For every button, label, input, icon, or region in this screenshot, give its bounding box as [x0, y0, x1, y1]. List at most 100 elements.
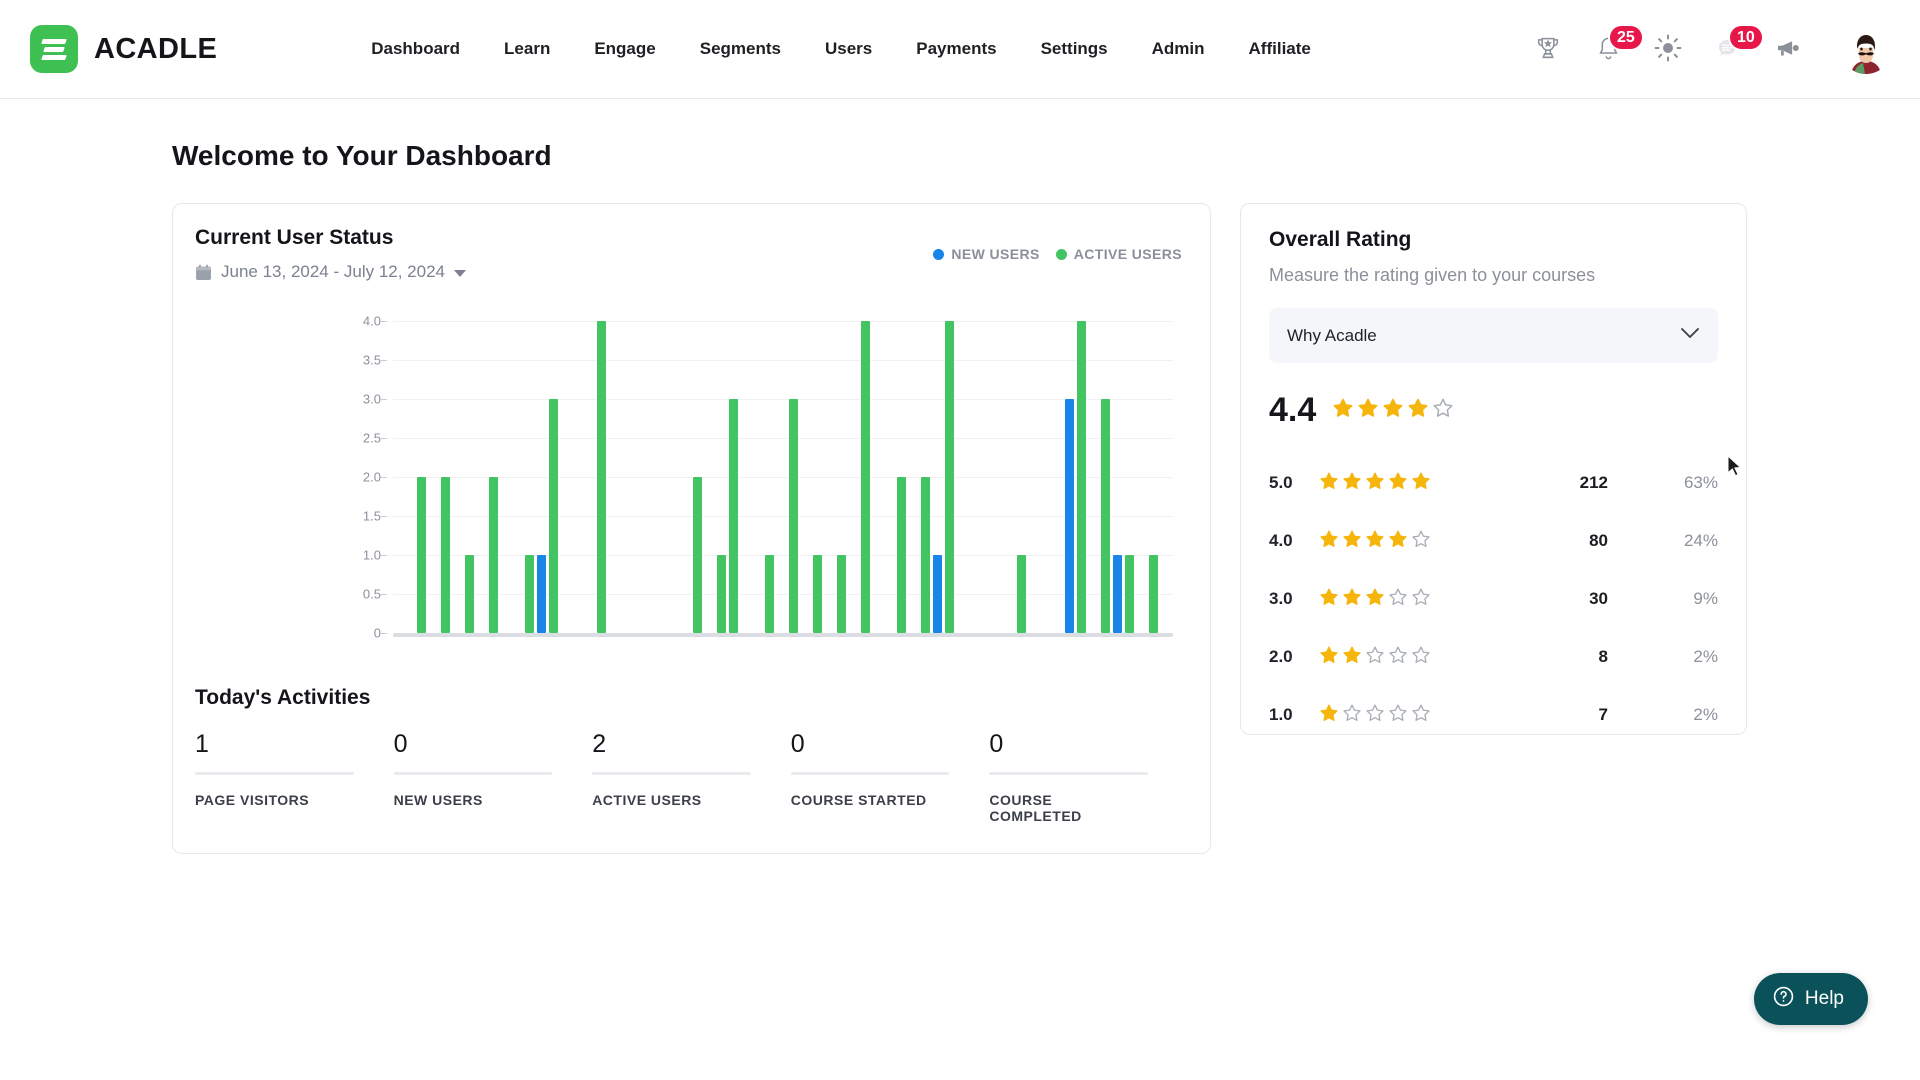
help-label: Help — [1804, 988, 1844, 1009]
star-icon — [1411, 587, 1431, 612]
rating-row[interactable]: 2.0 8 2% — [1269, 628, 1718, 686]
bell-icon[interactable]: 25 — [1578, 18, 1644, 78]
rating-count: 80 — [1589, 531, 1608, 550]
metric-value: 0 — [393, 730, 408, 758]
chart-y-tick-label: 3.5 — [362, 352, 381, 368]
metric-label: COURSE COMPLETED — [989, 792, 1082, 824]
chat-bubble-icon[interactable]: 10 — [1698, 18, 1764, 78]
trophy-icon[interactable] — [1518, 18, 1578, 78]
chart-bar[interactable] — [1101, 399, 1110, 633]
chart-bar[interactable] — [921, 477, 930, 633]
chart-bar[interactable] — [1113, 555, 1122, 633]
chart-y-tick-label: 1.0 — [362, 547, 381, 563]
chart-bar[interactable] — [729, 399, 738, 633]
chart-bar[interactable] — [837, 555, 846, 633]
chart-bar[interactable] — [417, 477, 426, 633]
activities-metric-row: 1 PAGE VISITORS 0 NEW USERS 2 ACTIVE USE… — [195, 730, 1188, 824]
chart-bar[interactable] — [1017, 555, 1026, 633]
metric-rule — [393, 772, 553, 775]
overall-rating-card: Overall Rating Measure the rating given … — [1240, 203, 1747, 735]
nav-item-settings[interactable]: Settings — [1019, 39, 1130, 59]
metric-label: PAGE VISITORS — [195, 792, 310, 808]
rating-row[interactable]: 1.0 7 2% — [1269, 686, 1718, 744]
brightness-sun-icon[interactable] — [1638, 18, 1698, 78]
chart-y-tick-mark — [381, 516, 387, 517]
chart-bar[interactable] — [465, 555, 474, 633]
nav-item-users[interactable]: Users — [803, 39, 894, 59]
chart-bar[interactable] — [1149, 555, 1158, 633]
rating-count: 30 — [1589, 589, 1608, 608]
nav-item-affiliate[interactable]: Affiliate — [1227, 39, 1333, 59]
chart-gridline — [393, 555, 1173, 556]
legend-label-active-users: ACTIVE USERS — [1073, 246, 1182, 262]
nav-item-admin[interactable]: Admin — [1130, 39, 1227, 59]
chart-baseline — [393, 633, 1173, 637]
rating-breakdown-list: 5.0 212 63% 4.0 80 24% 3.0 30 9% 2.0 8 2% 1.0 7 2% — [1269, 454, 1718, 744]
help-button[interactable]: Help — [1753, 973, 1868, 1025]
nav-item-dashboard[interactable]: Dashboard — [349, 39, 482, 59]
todays-activities-section: Today's Activities 1 PAGE VISITORS 0 NEW… — [173, 686, 1210, 824]
top-navigation-bar: ACADLE Dashboard Learn Engage Segments U… — [0, 0, 1920, 99]
megaphone-icon[interactable] — [1758, 18, 1818, 78]
caret-down-icon — [454, 262, 466, 282]
metric-rule — [989, 772, 1148, 775]
brand-logo[interactable]: ACADLE — [30, 25, 217, 73]
rating-score-label: 4.0 — [1269, 531, 1293, 550]
card-title-overall-rating: Overall Rating — [1269, 228, 1412, 251]
chart-bar[interactable] — [537, 555, 546, 633]
star-icon — [1342, 587, 1362, 612]
chart-y-tick-mark — [381, 555, 387, 556]
chevron-down-icon — [1680, 327, 1700, 345]
rating-stars — [1319, 471, 1449, 496]
chart-bar[interactable] — [765, 555, 774, 633]
chart-bar[interactable] — [1125, 555, 1134, 633]
rating-percent: 9% — [1693, 589, 1718, 608]
rating-count: 7 — [1598, 705, 1608, 724]
date-range-picker[interactable]: June 13, 2024 - July 12, 2024 — [195, 262, 466, 282]
chart-gridline — [393, 399, 1173, 400]
metric-label: NEW USERS — [393, 792, 483, 808]
course-select[interactable]: Why Acadle — [1269, 308, 1718, 363]
legend-item-new-users: NEW USERS — [933, 246, 1039, 262]
star-icon — [1319, 645, 1339, 670]
chart-bar[interactable] — [717, 555, 726, 633]
metric-value: 0 — [790, 730, 805, 758]
chart-bar[interactable] — [1077, 321, 1086, 633]
chart-bar[interactable] — [789, 399, 798, 633]
chart-bar[interactable] — [1065, 399, 1074, 633]
star-icon — [1365, 529, 1385, 554]
chart-bar[interactable] — [597, 321, 606, 633]
chart-bar[interactable] — [549, 399, 558, 633]
star-icon — [1332, 397, 1354, 424]
chart-bar[interactable] — [441, 477, 450, 633]
rating-score-label: 1.0 — [1269, 705, 1293, 724]
chart-y-tick-label: 1.5 — [362, 508, 381, 524]
brand-name: ACADLE — [94, 32, 218, 65]
nav-item-engage[interactable]: Engage — [572, 39, 677, 59]
nav-item-payments[interactable]: Payments — [894, 39, 1018, 59]
chart-bar[interactable] — [945, 321, 954, 633]
legend-item-active-users: ACTIVE USERS — [1055, 246, 1182, 262]
rating-row[interactable]: 3.0 30 9% — [1269, 570, 1718, 628]
chart-bar[interactable] — [525, 555, 534, 633]
user-avatar[interactable] — [1840, 22, 1892, 74]
rating-stars — [1319, 703, 1449, 728]
chart-bar[interactable] — [489, 477, 498, 633]
nav-item-segments[interactable]: Segments — [678, 39, 803, 59]
star-icon — [1388, 471, 1408, 496]
rating-row[interactable]: 5.0 212 63% — [1269, 454, 1718, 512]
chart-bar[interactable] — [897, 477, 906, 633]
metric-page-visitors: 1 PAGE VISITORS — [195, 730, 354, 824]
metric-label: COURSE STARTED — [790, 792, 927, 808]
chart-bar[interactable] — [861, 321, 870, 633]
rating-row[interactable]: 4.0 80 24% — [1269, 512, 1718, 570]
chart-bar[interactable] — [813, 555, 822, 633]
metric-value: 0 — [989, 730, 1004, 758]
chart-y-tick-mark — [381, 399, 387, 400]
nav-item-learn[interactable]: Learn — [482, 39, 572, 59]
chart-bar[interactable] — [933, 555, 942, 633]
average-rating-value: 4.4 — [1269, 391, 1317, 429]
chart-bar[interactable] — [693, 477, 702, 633]
metric-label: ACTIVE USERS — [592, 792, 702, 808]
chart-legend: NEW USERS ACTIVE USERS — [933, 246, 1182, 262]
